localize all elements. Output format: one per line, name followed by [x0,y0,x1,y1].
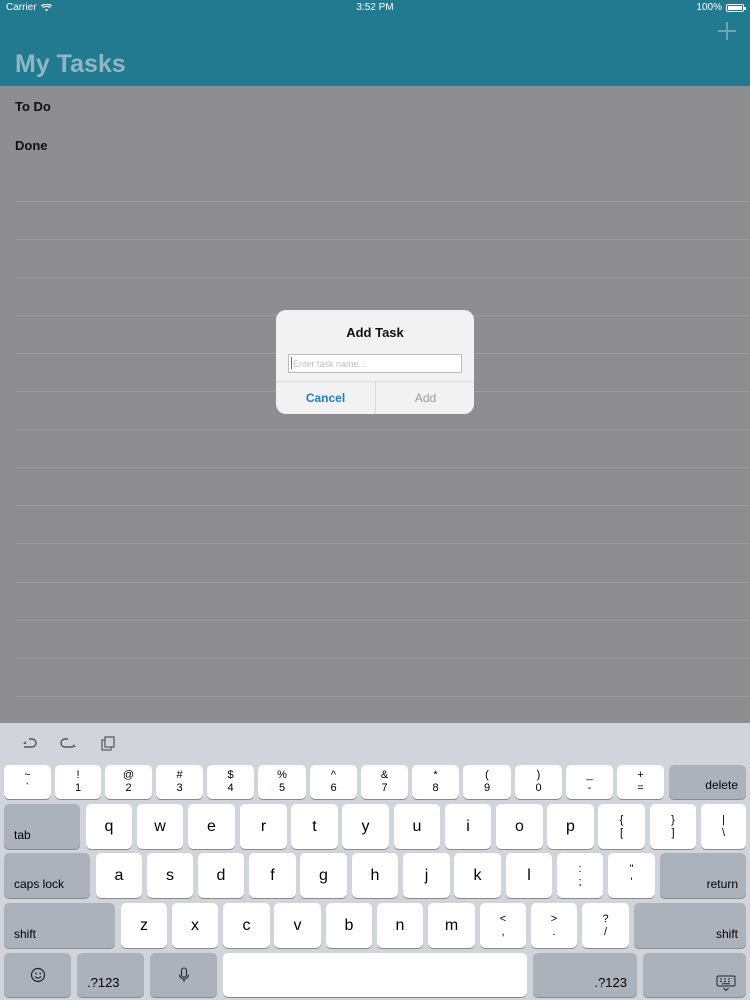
numbers-right-key[interactable]: .?123 [533,953,637,997]
key-9[interactable]: (9 [463,765,511,799]
paste-icon[interactable] [99,735,117,751]
key-m[interactable]: m [428,903,475,948]
key-z[interactable]: z [121,903,167,948]
return-key[interactable]: return [660,853,746,898]
key-equals[interactable]: + = [617,765,664,799]
key-right-brace[interactable]: }] [650,804,696,849]
status-bar: Carrier 3:52 PM 100% [0,0,750,16]
redo-icon[interactable] [59,735,77,751]
space-key[interactable] [223,953,527,997]
key-e[interactable]: e [188,804,235,849]
key-comma[interactable]: <, [480,903,526,948]
key-period[interactable]: >. [531,903,577,948]
key-x[interactable]: x [172,903,218,948]
key-c[interactable]: c [223,903,270,948]
key-left-brace[interactable]: {[ [598,804,645,849]
key-a[interactable]: a [96,853,142,898]
row-separator [16,505,750,506]
key-v[interactable]: v [274,903,321,948]
key-1[interactable]: ! 1 [55,765,101,799]
key-g[interactable]: g [300,853,347,898]
key-quote[interactable]: " ' [608,853,655,898]
tab-key[interactable]: tab [4,804,80,849]
row-separator [16,277,750,278]
task-name-input[interactable] [288,354,462,373]
key-b[interactable]: b [326,903,372,948]
key-n[interactable]: n [377,903,423,948]
key-6[interactable]: ^ 6 [310,765,357,799]
emoji-key[interactable] [4,953,71,997]
cancel-button[interactable]: Cancel [276,382,375,414]
shift-right-key[interactable]: shift [634,903,746,948]
key-s[interactable]: s [147,853,193,898]
microphone-icon [178,967,189,982]
battery-group: 100% [696,2,746,13]
key-q[interactable]: q [86,804,132,849]
add-task-dialog: Add Task Cancel Add [276,310,474,414]
row-separator [16,658,750,659]
row-separator [16,620,750,621]
section-header-done: Done [15,138,48,153]
key-k[interactable]: k [454,853,501,898]
caps-lock-key[interactable]: caps lock [4,853,90,898]
status-time: 3:52 PM [356,2,394,13]
dialog-title: Add Task [346,325,404,340]
key-8[interactable]: * 8 [412,765,459,799]
key-t[interactable]: t [291,804,338,849]
text-cursor [291,357,292,369]
key-3[interactable]: #3 [156,765,203,799]
key-f[interactable]: f [249,853,296,898]
key-y[interactable]: y [342,804,389,849]
dictation-key[interactable] [150,953,217,997]
key-i[interactable]: i [445,804,491,849]
key-slash[interactable]: ? / [582,903,629,948]
row-separator [16,543,750,544]
shift-left-key[interactable]: shift [4,903,115,948]
plus-icon[interactable] [716,20,738,42]
key-o[interactable]: o [496,804,543,849]
row-separator [16,201,750,202]
key-4[interactable]: $4 [207,765,254,799]
battery-icon [726,3,746,12]
keyboard-dismiss-icon [716,975,736,991]
row-separator [16,582,750,583]
key-7[interactable]: & 7 [361,765,408,799]
page-title: My Tasks [15,50,126,78]
key-p[interactable]: p [547,804,594,849]
key-5[interactable]: % 5 [258,765,306,799]
keyboard: ~ ` ! 1 @2 #3 $4 % 5 ^ 6 & 7 * 8 (9 ) 0 _ - + = d… [0,723,750,1000]
keyboard-shortcut-bar [0,723,750,761]
key-backslash[interactable]: | \ [701,804,746,849]
key-2[interactable]: @2 [105,765,152,799]
numbers-left-key[interactable]: .?123 [77,953,144,997]
undo-icon[interactable] [20,735,38,751]
add-button[interactable]: Add [376,382,474,414]
key-d[interactable]: d [198,853,244,898]
section-header-todo: To Do [15,99,51,114]
key-w[interactable]: w [137,804,183,849]
key-minus[interactable]: _ - [566,765,613,799]
navigation-bar: My Tasks [0,16,750,86]
key-0[interactable]: ) 0 [515,765,562,799]
key-h[interactable]: h [352,853,398,898]
row-separator [16,239,750,240]
row-separator [16,429,750,430]
row-separator [16,696,750,697]
key-l[interactable]: l [506,853,552,898]
keyboard-dismiss-key[interactable] [643,953,746,997]
row-separator [16,467,750,468]
key-semicolon[interactable]: :; [557,853,603,898]
emoji-icon [30,967,45,983]
key-tilde[interactable]: ~ ` [4,765,51,799]
key-u[interactable]: u [394,804,440,849]
battery-percent: 100% [696,2,722,13]
key-j[interactable]: j [403,853,450,898]
key-r[interactable]: r [240,804,287,849]
delete-key[interactable]: delete [669,765,746,799]
